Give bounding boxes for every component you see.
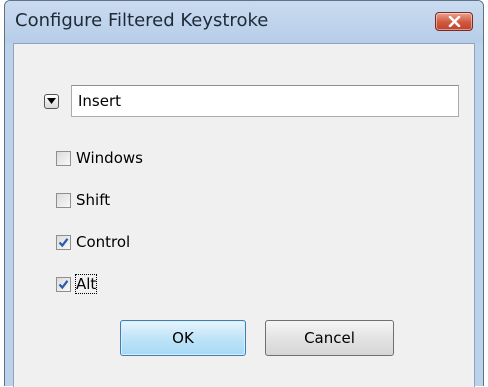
shift-checkbox[interactable]	[56, 192, 71, 208]
alt-checkbox-row[interactable]: Alt	[56, 274, 98, 294]
control-label: Control	[76, 233, 131, 251]
windows-checkbox-row[interactable]: Windows	[56, 148, 143, 168]
control-checkbox[interactable]	[56, 234, 71, 250]
dialog-body: Windows Shift Control Alt OK Cancel	[13, 43, 475, 387]
alt-label: Alt	[74, 274, 98, 294]
dropdown-arrow-icon	[47, 98, 56, 104]
windows-label: Windows	[76, 149, 143, 167]
alt-checkbox[interactable]	[56, 276, 71, 292]
key-input[interactable]	[71, 85, 459, 117]
close-x-icon	[448, 16, 461, 27]
dialog-title: Configure Filtered Keystroke	[15, 10, 269, 31]
cancel-button[interactable]: Cancel	[265, 320, 394, 356]
key-dropdown-button[interactable]	[44, 94, 59, 109]
control-checkbox-row[interactable]: Control	[56, 232, 130, 252]
title-bar[interactable]: Configure Filtered Keystroke	[5, 1, 483, 43]
dialog-window: Configure Filtered Keystroke Windows Shi…	[4, 0, 484, 387]
windows-checkbox[interactable]	[56, 150, 71, 166]
check-mark-icon	[58, 279, 69, 289]
shift-label: Shift	[76, 191, 111, 209]
ok-button[interactable]: OK	[120, 320, 246, 356]
check-mark-icon	[58, 237, 69, 247]
shift-checkbox-row[interactable]: Shift	[56, 190, 110, 210]
close-button[interactable]	[435, 12, 473, 31]
